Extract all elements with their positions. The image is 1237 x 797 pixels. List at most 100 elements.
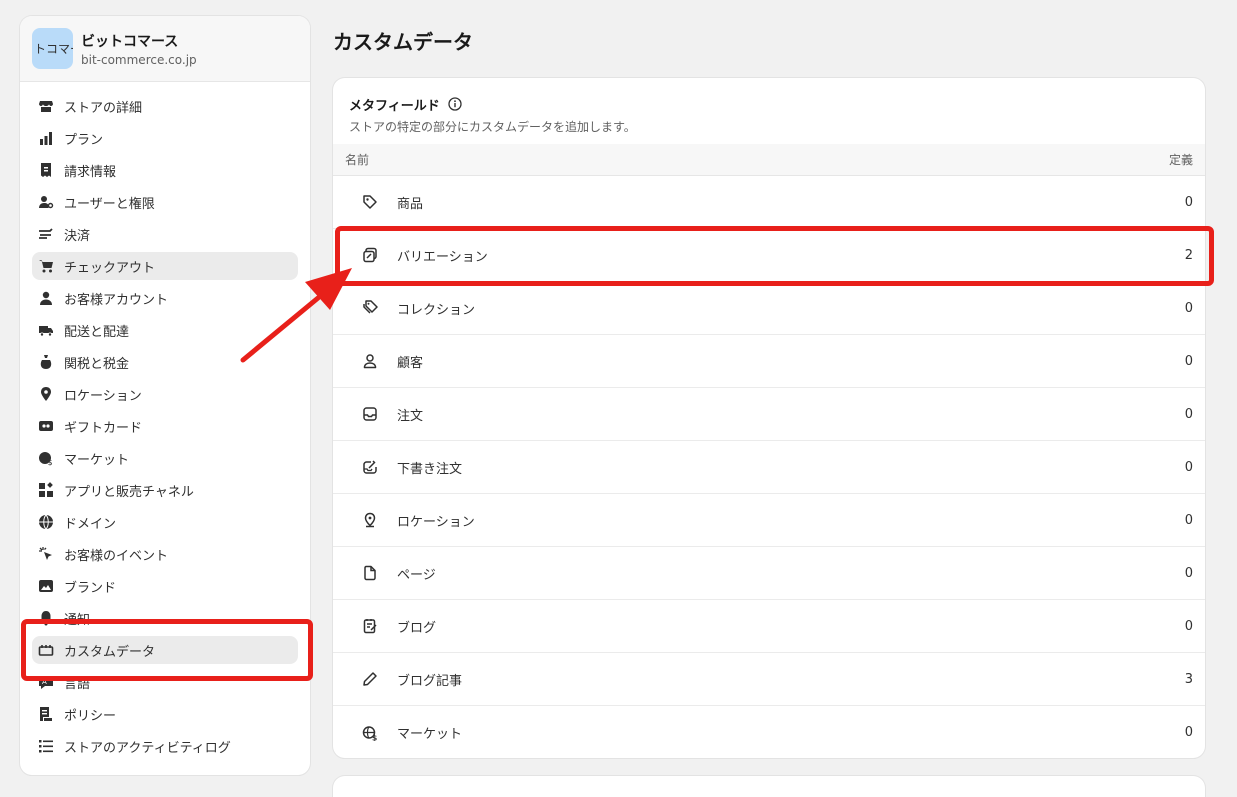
metafields-card: メタフィールド ストアの特定の部分にカスタムデータを追加します。 名前 定義 商… bbox=[333, 78, 1205, 758]
settings-sidebar: トコマース ビットコマース bit-commerce.co.jp ストアの詳細 … bbox=[20, 16, 310, 775]
sidebar-item-languages[interactable]: A 言語 bbox=[32, 668, 298, 696]
row-count: 0 bbox=[1184, 353, 1193, 369]
sidebar-item-label: ストアの詳細 bbox=[64, 100, 143, 116]
sidebar-item-label: お客様アカウント bbox=[64, 292, 169, 308]
metafield-row-pages[interactable]: ページ 0 bbox=[333, 547, 1205, 600]
sidebar-item-locations[interactable]: ロケーション bbox=[32, 380, 298, 408]
sidebar-item-activity-log[interactable]: ストアのアクティビティログ bbox=[32, 732, 298, 760]
sidebar-item-payments[interactable]: 決済 bbox=[32, 220, 298, 248]
sidebar-item-label: ブランド bbox=[64, 580, 117, 596]
row-count: 0 bbox=[1184, 459, 1193, 475]
metafield-row-products[interactable]: 商品 0 bbox=[333, 176, 1205, 229]
sidebar-item-label: ロケーション bbox=[64, 388, 142, 404]
store-name: ビットコマース bbox=[81, 33, 179, 50]
sidebar-item-label: アプリと販売チャネル bbox=[64, 484, 194, 500]
row-label: 商品 bbox=[397, 196, 424, 212]
metafield-row-blog-posts[interactable]: ブログ記事 3 bbox=[333, 653, 1205, 706]
location-pin-icon bbox=[38, 386, 54, 402]
sidebar-item-customer-events[interactable]: お客様のイベント bbox=[32, 540, 298, 568]
collection-tags-icon bbox=[361, 299, 379, 317]
sidebar-item-apps[interactable]: アプリと販売チャネル bbox=[32, 476, 298, 504]
row-count: 0 bbox=[1184, 300, 1193, 316]
sidebar-item-label: マーケット bbox=[64, 452, 130, 468]
sidebar-item-gift-cards[interactable]: ギフトカード bbox=[32, 412, 298, 440]
sidebar-item-label: ストアのアクティビティログ bbox=[64, 740, 231, 756]
inbox-icon bbox=[361, 405, 379, 423]
row-label: バリエーション bbox=[397, 249, 488, 265]
sidebar-item-label: 請求情報 bbox=[64, 164, 117, 180]
column-header-name: 名前 bbox=[345, 153, 370, 167]
row-count: 3 bbox=[1184, 671, 1193, 687]
info-icon[interactable] bbox=[448, 97, 462, 111]
money-bag-icon bbox=[38, 354, 54, 370]
settings-nav: ストアの詳細 プラン 請求情報 ユーザーと権限 決済 チェックアウト お客様アカ… bbox=[20, 82, 310, 760]
receipt-icon bbox=[38, 162, 54, 178]
policy-icon bbox=[38, 706, 54, 722]
metafield-row-blogs[interactable]: ブログ 0 bbox=[333, 600, 1205, 653]
person-outline-icon bbox=[361, 352, 379, 370]
sidebar-item-label: 関税と税金 bbox=[64, 356, 130, 372]
sidebar-item-taxes[interactable]: 関税と税金 bbox=[32, 348, 298, 376]
sidebar-item-customer-accounts[interactable]: お客様アカウント bbox=[32, 284, 298, 312]
metafield-row-markets[interactable]: $ マーケット 0 bbox=[333, 706, 1205, 758]
svg-text:$: $ bbox=[48, 458, 53, 466]
store-icon bbox=[38, 98, 54, 114]
tag-icon bbox=[361, 193, 379, 211]
sidebar-item-label: ポリシー bbox=[64, 708, 117, 724]
sidebar-item-brand[interactable]: ブランド bbox=[32, 572, 298, 600]
sidebar-item-label: 決済 bbox=[64, 228, 91, 244]
metafield-row-orders[interactable]: 注文 0 bbox=[333, 388, 1205, 441]
sidebar-item-policies[interactable]: ポリシー bbox=[32, 700, 298, 728]
metafield-row-variants[interactable]: バリエーション 2 bbox=[333, 229, 1205, 282]
sidebar-item-label: 通知 bbox=[64, 612, 91, 628]
row-label: ブログ記事 bbox=[397, 673, 463, 689]
row-label: ブログ bbox=[397, 620, 437, 636]
globe-dollar-outline-icon: $ bbox=[361, 724, 379, 742]
row-label: ページ bbox=[397, 567, 436, 583]
sidebar-item-label: ユーザーと権限 bbox=[64, 196, 155, 212]
row-label: 下書き注文 bbox=[397, 461, 463, 477]
metafield-row-draft-orders[interactable]: 下書き注文 0 bbox=[333, 441, 1205, 494]
row-label: コレクション bbox=[397, 302, 476, 318]
sidebar-item-users[interactable]: ユーザーと権限 bbox=[32, 188, 298, 216]
store-header[interactable]: トコマース ビットコマース bit-commerce.co.jp bbox=[20, 16, 310, 82]
sidebar-item-label: プラン bbox=[64, 132, 104, 148]
row-label: 顧客 bbox=[397, 355, 424, 371]
sidebar-item-custom-data[interactable]: カスタムデータ bbox=[32, 636, 298, 664]
sidebar-item-label: お客様のイベント bbox=[64, 548, 169, 564]
sidebar-item-checkout[interactable]: チェックアウト bbox=[32, 252, 298, 280]
metafields-title: メタフィールド bbox=[349, 98, 440, 114]
payment-icon bbox=[38, 226, 54, 242]
metafield-row-customers[interactable]: 顧客 0 bbox=[333, 335, 1205, 388]
metafield-row-locations[interactable]: ロケーション 0 bbox=[333, 494, 1205, 547]
sidebar-item-plan[interactable]: プラン bbox=[32, 124, 298, 152]
sidebar-item-label: チェックアウト bbox=[64, 260, 156, 276]
cart-icon bbox=[38, 258, 54, 274]
row-count: 0 bbox=[1184, 618, 1193, 634]
custom-data-icon bbox=[38, 642, 54, 658]
row-count: 0 bbox=[1184, 565, 1193, 581]
sidebar-item-billing[interactable]: 請求情報 bbox=[32, 156, 298, 184]
metafield-row-collections[interactable]: コレクション 0 bbox=[333, 282, 1205, 335]
image-icon bbox=[38, 578, 54, 594]
sidebar-item-label: ドメイン bbox=[64, 516, 117, 532]
row-count: 0 bbox=[1184, 406, 1193, 422]
row-count: 2 bbox=[1184, 247, 1193, 263]
user-key-icon bbox=[38, 194, 54, 210]
truck-icon bbox=[38, 322, 54, 338]
sidebar-item-markets[interactable]: $ マーケット bbox=[32, 444, 298, 472]
row-label: マーケット bbox=[397, 727, 463, 742]
row-label: ロケーション bbox=[397, 514, 475, 530]
apps-icon bbox=[38, 482, 54, 498]
sidebar-item-shipping[interactable]: 配送と配達 bbox=[32, 316, 298, 344]
column-header-definitions: 定義 bbox=[1168, 153, 1193, 167]
sidebar-item-store-details[interactable]: ストアの詳細 bbox=[32, 92, 298, 120]
sidebar-item-notifications[interactable]: 通知 bbox=[32, 604, 298, 632]
sidebar-item-domains[interactable]: ドメイン bbox=[32, 508, 298, 536]
blog-icon bbox=[361, 617, 379, 635]
sidebar-item-label: 言語 bbox=[64, 676, 91, 692]
bell-icon bbox=[38, 610, 54, 626]
svg-text:$: $ bbox=[372, 733, 377, 741]
cursor-click-icon bbox=[38, 546, 54, 562]
draft-order-icon bbox=[361, 458, 379, 476]
